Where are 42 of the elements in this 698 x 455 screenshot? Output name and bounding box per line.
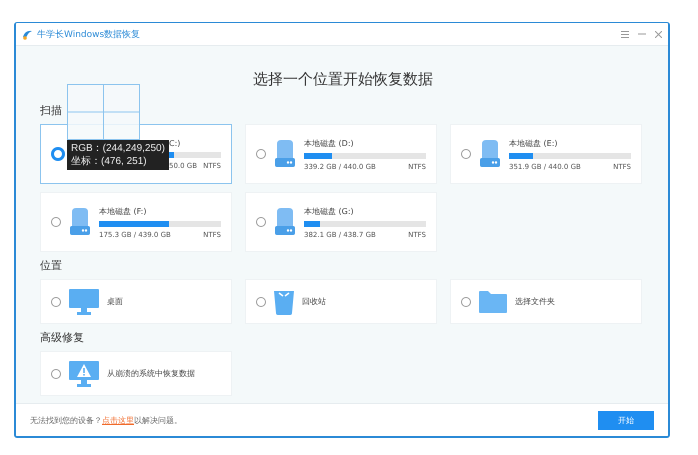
section-title: 位置 — [40, 258, 63, 273]
location-label: 桌面 — [107, 296, 123, 307]
location-label: 从崩溃的系统中恢复数据 — [107, 368, 195, 379]
window-title: 牛学长Windows数据恢复 — [37, 28, 140, 40]
radio-button[interactable] — [256, 296, 266, 306]
page-heading: 选择一个位置开始恢复数据 — [252, 70, 434, 89]
drive-name: 本地磁盘 (F:) — [99, 206, 148, 216]
location-card[interactable]: 桌面 — [40, 279, 232, 324]
trash-icon — [274, 288, 294, 314]
drive-icon — [69, 208, 91, 236]
radio-button[interactable] — [256, 217, 266, 227]
minimize-icon[interactable] — [638, 33, 646, 35]
location-label: 回收站 — [302, 296, 326, 307]
drive-icon — [274, 208, 296, 236]
radio-button[interactable] — [51, 147, 65, 161]
location-card[interactable]: 从崩溃的系统中恢复数据 — [40, 351, 232, 396]
radio-button[interactable] — [51, 296, 61, 306]
rgb-readout: RGB：(244,249,250) — [71, 142, 165, 155]
radio-button[interactable] — [256, 149, 266, 159]
location-label: 选择文件夹 — [515, 296, 555, 307]
drive-name: C:) — [169, 138, 182, 148]
logo-icon — [22, 28, 33, 40]
coordinate-readout: 坐标：(476, 251) — [71, 155, 147, 168]
radio-button[interactable] — [51, 368, 61, 378]
location-card[interactable]: 回收站 — [245, 279, 437, 324]
radio-button[interactable] — [51, 217, 61, 227]
close-icon[interactable] — [655, 30, 662, 38]
warning-monitor-icon — [69, 360, 99, 386]
drive-name: 本地磁盘 (D:) — [304, 138, 355, 148]
section-title: 扫描 — [40, 103, 63, 118]
help-text: 无法找到您的设备？点击这里以解决问题。 — [30, 414, 182, 426]
folder-icon — [479, 290, 507, 312]
radio-button[interactable] — [461, 149, 471, 159]
drive-name: 本地磁盘 (G:) — [304, 206, 355, 216]
section-title: 高级修复 — [40, 330, 85, 345]
menu-icon[interactable] — [621, 30, 629, 38]
drive-icon — [274, 140, 296, 168]
drive-name: 本地磁盘 (E:) — [509, 138, 559, 148]
monitor-icon — [69, 288, 99, 314]
radio-button[interactable] — [461, 296, 471, 306]
drive-icon — [479, 140, 501, 168]
location-card[interactable]: 选择文件夹 — [450, 279, 642, 324]
